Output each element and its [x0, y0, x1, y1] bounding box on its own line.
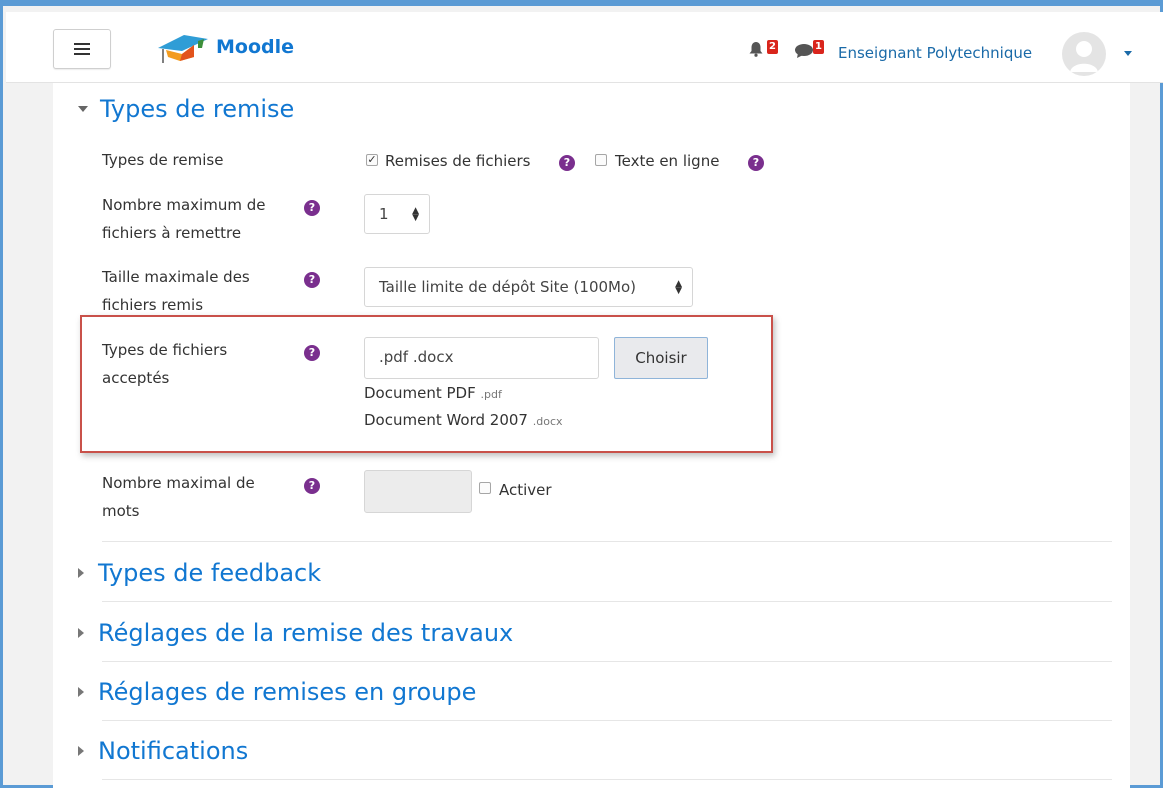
navbar: Moodle 2 1 Enseignant Polytechnique [6, 12, 1163, 83]
section-notifications[interactable]: Notifications [78, 737, 248, 765]
word-limit-input[interactable] [364, 470, 472, 513]
max-files-label-line1: Nombre maximum de [102, 196, 266, 214]
divider [102, 601, 1112, 602]
collapsed-caret-icon [78, 746, 84, 756]
settings-card: Types de remise Types de remise ✓ Remise… [53, 83, 1130, 794]
word-limit-label: Nombre maximal de mots [102, 469, 255, 525]
help-icon[interactable]: ? [304, 345, 320, 361]
section-submission-settings[interactable]: Réglages de la remise des travaux [78, 619, 513, 647]
accepted-types-label: Types de fichiers acceptés [102, 336, 227, 392]
file-type-item: Document PDF .pdf [364, 384, 502, 402]
site-name[interactable]: Moodle [216, 36, 294, 58]
accepted-types-label-line2: acceptés [102, 369, 170, 387]
collapsed-caret-icon [78, 687, 84, 697]
file-type-ext: .pdf [480, 388, 502, 401]
user-menu-caret-icon[interactable] [1124, 51, 1132, 56]
menu-icon [74, 40, 90, 58]
file-type-ext: .docx [532, 415, 563, 428]
max-files-select[interactable]: 1 ▲ ▼ [364, 194, 430, 234]
file-type-item: Document Word 2007 .docx [364, 411, 563, 429]
online-text-label[interactable]: Texte en ligne [615, 152, 719, 170]
help-icon[interactable]: ? [559, 155, 575, 171]
help-icon[interactable]: ? [304, 272, 320, 288]
section-title: Types de remise [100, 95, 295, 123]
help-icon[interactable]: ? [748, 155, 764, 171]
file-submissions-label[interactable]: Remises de fichiers [385, 152, 530, 170]
choose-file-types-button[interactable]: Choisir [614, 337, 708, 379]
section-title: Notifications [98, 737, 249, 765]
submission-types-label: Types de remise [102, 151, 224, 169]
max-size-select[interactable]: Taille limite de dépôt Site (100Mo) ▲ ▼ [364, 267, 693, 307]
max-size-value: Taille limite de dépôt Site (100Mo) [379, 278, 636, 296]
user-name[interactable]: Enseignant Polytechnique [838, 44, 1032, 62]
section-title: Réglages de remises en groupe [98, 678, 477, 706]
message-count-badge: 1 [813, 40, 824, 54]
section-feedback-types[interactable]: Types de feedback [78, 559, 321, 587]
max-files-value: 1 [379, 205, 389, 223]
word-limit-enable-label[interactable]: Activer [499, 481, 552, 499]
word-limit-label-line1: Nombre maximal de [102, 474, 255, 492]
divider [102, 661, 1112, 662]
collapsed-caret-icon [78, 568, 84, 578]
word-limit-enable-checkbox[interactable] [479, 482, 491, 494]
section-title: Types de feedback [98, 559, 322, 587]
select-arrows-icon: ▲ ▼ [412, 206, 419, 223]
section-submission-types[interactable]: Types de remise [78, 95, 294, 123]
expanded-caret-icon [78, 106, 88, 112]
word-limit-label-line2: mots [102, 502, 140, 520]
max-size-label: Taille maximale des fichiers remis [102, 263, 250, 319]
moodle-logo-icon[interactable] [154, 28, 210, 68]
divider [102, 720, 1112, 721]
check-icon: ✓ [367, 153, 377, 166]
collapsed-caret-icon [78, 628, 84, 638]
notification-count-badge: 2 [767, 40, 778, 54]
divider [102, 541, 1112, 542]
help-icon[interactable]: ? [304, 200, 320, 216]
file-type-name: Document Word 2007 [364, 411, 528, 429]
max-size-label-line1: Taille maximale des [102, 268, 250, 286]
max-files-label: Nombre maximum de fichiers à remettre [102, 191, 265, 247]
file-submissions-checkbox[interactable]: ✓ [366, 154, 378, 166]
section-title: Réglages de la remise des travaux [98, 619, 514, 647]
section-group-submission-settings[interactable]: Réglages de remises en groupe [78, 678, 476, 706]
window-frame: Moodle 2 1 Enseignant Polytechnique Type… [0, 0, 1163, 794]
help-icon[interactable]: ? [304, 478, 320, 494]
bell-icon[interactable] [748, 41, 764, 57]
nav-drawer-toggle-button[interactable] [53, 29, 111, 69]
online-text-checkbox[interactable] [595, 154, 607, 166]
avatar-icon[interactable] [1062, 32, 1106, 76]
max-files-label-line2: fichiers à remettre [102, 224, 242, 242]
file-type-name: Document PDF [364, 384, 476, 402]
chat-icon[interactable] [794, 43, 814, 59]
select-arrows-icon: ▲ ▼ [675, 279, 682, 296]
divider [102, 779, 1112, 780]
accepted-types-label-line1: Types de fichiers [102, 341, 228, 359]
accepted-types-input[interactable]: .pdf .docx [364, 337, 599, 379]
